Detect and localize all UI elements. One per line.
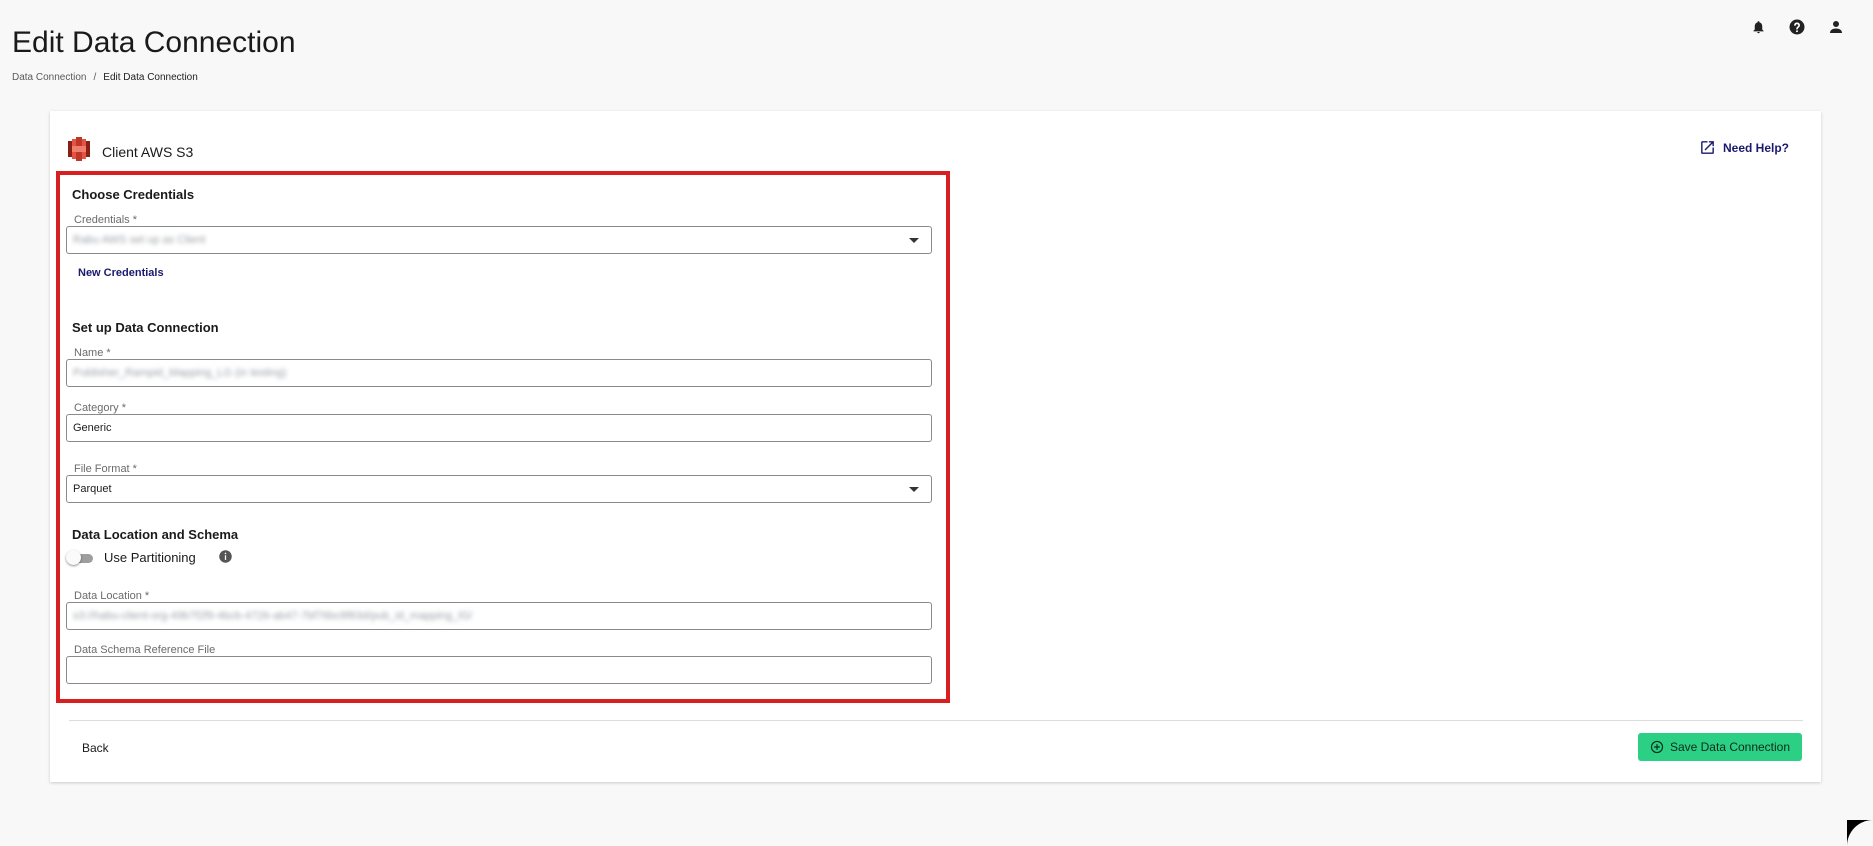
name-input[interactable]: Publisher_Rampid_Mapping_LG (in testing) xyxy=(66,359,932,387)
window-corner xyxy=(1847,820,1873,846)
use-partitioning-label: Use Partitioning xyxy=(104,550,196,565)
file-format-select[interactable]: Parquet xyxy=(66,475,932,503)
file-format-label: File Format * xyxy=(72,463,139,475)
aws-s3-logo-icon xyxy=(68,137,90,166)
help-icon[interactable] xyxy=(1786,16,1808,38)
need-help-label: Need Help? xyxy=(1722,140,1789,155)
credentials-select[interactable]: Rabu AWS set up as Client xyxy=(66,226,932,254)
breadcrumb-current: Edit Data Connection xyxy=(103,72,198,83)
save-data-connection-button[interactable]: Save Data Connection xyxy=(1638,733,1802,761)
connection-form-highlight: Choose Credentials Credentials * Rabu AW… xyxy=(56,171,950,703)
breadcrumb-root-link[interactable]: Data Connection xyxy=(12,72,87,83)
chevron-down-icon xyxy=(909,486,919,492)
data-connection-card: Client AWS S3 Need Help? Choose Credenti… xyxy=(50,111,1821,782)
credentials-label: Credentials * xyxy=(72,214,139,226)
connector-title: Client AWS S3 xyxy=(102,143,194,160)
footer-divider xyxy=(69,720,1803,721)
info-icon[interactable] xyxy=(218,549,233,564)
breadcrumb-separator: / xyxy=(93,72,97,83)
category-input[interactable]: Generic xyxy=(66,414,932,442)
partitioning-row: Use Partitioning xyxy=(66,549,233,565)
add-circle-icon xyxy=(1650,740,1664,754)
data-location-input[interactable]: s3://habu-client-org-49b7f2f9-4bcb-4726-… xyxy=(66,602,932,630)
data-location-value: s3://habu-client-org-49b7f2f9-4bcb-4726-… xyxy=(73,610,473,622)
header-icons xyxy=(1747,16,1847,38)
save-button-label: Save Data Connection xyxy=(1669,740,1791,754)
new-credentials-button[interactable]: New Credentials xyxy=(78,267,164,279)
connector-header: Client AWS S3 xyxy=(68,137,193,166)
credentials-value: Rabu AWS set up as Client xyxy=(73,234,206,246)
use-partitioning-toggle[interactable] xyxy=(66,550,94,565)
user-icon[interactable] xyxy=(1825,16,1847,38)
external-link-icon xyxy=(1701,141,1714,154)
back-button[interactable]: Back xyxy=(82,741,109,755)
need-help-link[interactable]: Need Help? xyxy=(1699,139,1789,156)
category-label: Category * xyxy=(72,402,128,414)
name-value: Publisher_Rampid_Mapping_LG (in testing) xyxy=(73,367,287,379)
schema-file-label: Data Schema Reference File xyxy=(72,644,218,656)
schema-file-input[interactable] xyxy=(66,656,932,684)
name-label: Name * xyxy=(72,347,113,359)
data-location-heading: Data Location and Schema xyxy=(72,527,239,542)
data-location-label: Data Location * xyxy=(72,590,152,602)
category-value: Generic xyxy=(73,422,112,434)
chevron-down-icon xyxy=(909,237,919,243)
choose-credentials-heading: Choose Credentials xyxy=(72,187,195,202)
page-title: Edit Data Connection xyxy=(12,26,296,59)
setup-connection-heading: Set up Data Connection xyxy=(72,320,219,335)
breadcrumb: Data Connection / Edit Data Connection xyxy=(12,72,198,83)
file-format-value: Parquet xyxy=(73,483,112,495)
bell-icon[interactable] xyxy=(1747,16,1769,38)
